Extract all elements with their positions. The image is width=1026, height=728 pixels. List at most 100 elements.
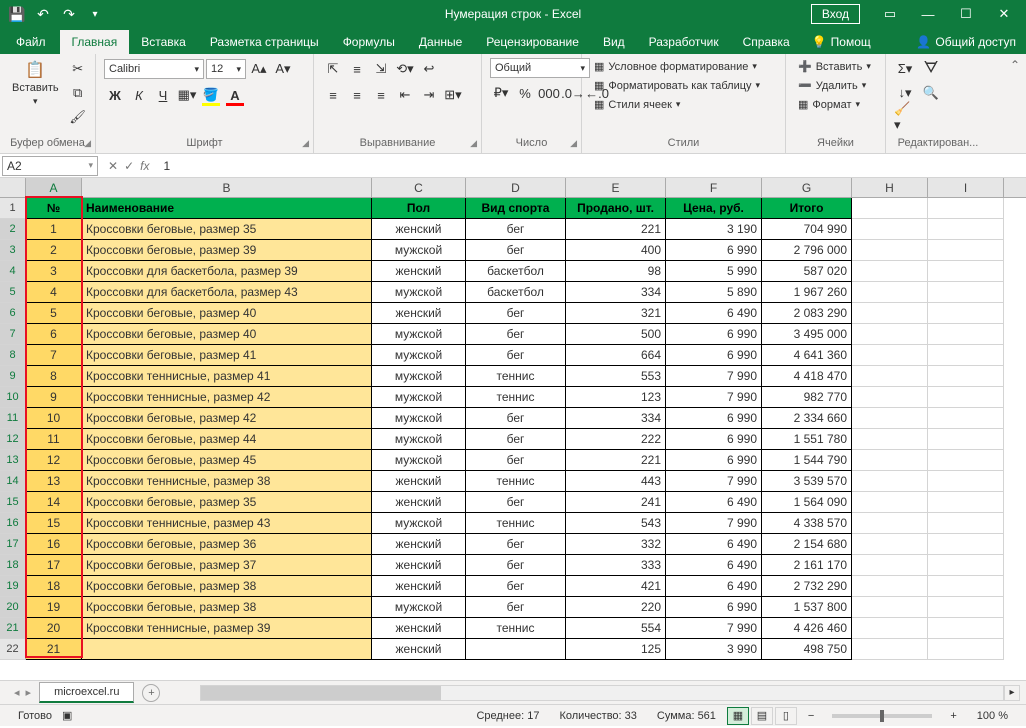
borders-icon[interactable]: ▦▾ bbox=[176, 84, 198, 106]
empty-cell[interactable] bbox=[928, 240, 1004, 261]
data-cell[interactable]: 125 bbox=[566, 639, 666, 660]
empty-cell[interactable] bbox=[928, 324, 1004, 345]
empty-cell[interactable] bbox=[928, 303, 1004, 324]
format-cells-button[interactable]: ▦Формат▾ bbox=[794, 96, 864, 113]
tab-review[interactable]: Рецензирование bbox=[474, 30, 591, 54]
data-cell[interactable]: 2 bbox=[26, 240, 82, 261]
data-cell[interactable]: 664 bbox=[566, 345, 666, 366]
font-name-select[interactable]: Calibri▾ bbox=[104, 59, 204, 79]
data-cell[interactable]: 443 bbox=[566, 471, 666, 492]
data-cell[interactable]: 3 495 000 bbox=[762, 324, 852, 345]
empty-cell[interactable] bbox=[852, 639, 928, 660]
data-cell[interactable]: 704 990 bbox=[762, 219, 852, 240]
data-cell[interactable]: бег bbox=[466, 240, 566, 261]
empty-cell[interactable] bbox=[852, 240, 928, 261]
currency-icon[interactable]: ₽▾ bbox=[490, 82, 512, 104]
data-cell[interactable] bbox=[466, 639, 566, 660]
number-format-select[interactable]: Общий▾ bbox=[490, 58, 590, 78]
data-cell[interactable]: 7 990 bbox=[666, 366, 762, 387]
data-cell[interactable]: мужской bbox=[372, 450, 466, 471]
tab-developer[interactable]: Разработчик bbox=[637, 30, 731, 54]
data-cell[interactable]: 19 bbox=[26, 597, 82, 618]
empty-cell[interactable] bbox=[852, 492, 928, 513]
data-cell[interactable]: теннис bbox=[466, 513, 566, 534]
orientation-icon[interactable]: ⟲▾ bbox=[394, 58, 416, 80]
data-cell[interactable]: бег bbox=[466, 597, 566, 618]
name-box[interactable]: A2▾ bbox=[2, 156, 98, 176]
data-cell[interactable]: бег bbox=[466, 303, 566, 324]
data-cell[interactable]: женский bbox=[372, 639, 466, 660]
data-cell[interactable]: 400 bbox=[566, 240, 666, 261]
row-header[interactable]: 9 bbox=[0, 366, 26, 387]
data-cell[interactable]: 1 bbox=[26, 219, 82, 240]
empty-cell[interactable] bbox=[852, 324, 928, 345]
data-cell[interactable]: 6 990 bbox=[666, 450, 762, 471]
data-cell[interactable]: 6 490 bbox=[666, 555, 762, 576]
empty-cell[interactable] bbox=[928, 639, 1004, 660]
data-cell[interactable]: 6 490 bbox=[666, 492, 762, 513]
empty-cell[interactable] bbox=[928, 576, 1004, 597]
empty-cell[interactable] bbox=[852, 387, 928, 408]
data-cell[interactable]: 982 770 bbox=[762, 387, 852, 408]
data-cell[interactable]: 10 bbox=[26, 408, 82, 429]
merge-center-icon[interactable]: ⊞▾ bbox=[442, 84, 464, 106]
bold-button[interactable]: Ж bbox=[104, 84, 126, 106]
empty-cell[interactable] bbox=[928, 282, 1004, 303]
data-cell[interactable]: мужской bbox=[372, 429, 466, 450]
data-cell[interactable]: Кроссовки для баскетбола, размер 43 bbox=[82, 282, 372, 303]
italic-button[interactable]: К bbox=[128, 84, 150, 106]
dialog-launcher-icon[interactable]: ◢ bbox=[470, 138, 477, 149]
empty-cell[interactable] bbox=[928, 408, 1004, 429]
empty-cell[interactable] bbox=[852, 597, 928, 618]
row-header[interactable]: 1 bbox=[0, 198, 26, 219]
data-cell[interactable]: 7 990 bbox=[666, 471, 762, 492]
tab-insert[interactable]: Вставка bbox=[129, 30, 198, 54]
empty-cell[interactable] bbox=[852, 345, 928, 366]
empty-cell[interactable] bbox=[852, 219, 928, 240]
empty-cell[interactable] bbox=[852, 303, 928, 324]
undo-icon[interactable]: ↶ bbox=[32, 3, 54, 25]
empty-cell[interactable] bbox=[928, 198, 1004, 219]
autosum-icon[interactable]: Σ▾ bbox=[894, 58, 916, 80]
data-cell[interactable]: 15 bbox=[26, 513, 82, 534]
empty-cell[interactable] bbox=[928, 618, 1004, 639]
data-cell[interactable]: теннис bbox=[466, 471, 566, 492]
data-cell[interactable]: 7 990 bbox=[666, 618, 762, 639]
data-cell[interactable]: бег bbox=[466, 492, 566, 513]
data-cell[interactable]: 20 bbox=[26, 618, 82, 639]
data-cell[interactable]: Кроссовки теннисные, размер 38 bbox=[82, 471, 372, 492]
col-header-e[interactable]: E bbox=[566, 178, 666, 197]
data-cell[interactable]: мужской bbox=[372, 387, 466, 408]
align-left-icon[interactable]: ≡ bbox=[322, 84, 344, 106]
data-cell[interactable]: 2 334 660 bbox=[762, 408, 852, 429]
maximize-icon[interactable]: ☐ bbox=[948, 0, 984, 28]
data-cell[interactable]: женский bbox=[372, 219, 466, 240]
col-header-i[interactable]: I bbox=[928, 178, 1004, 197]
data-cell[interactable]: 3 539 570 bbox=[762, 471, 852, 492]
empty-cell[interactable] bbox=[852, 471, 928, 492]
close-icon[interactable]: ✕ bbox=[986, 0, 1022, 28]
data-cell[interactable]: 5 bbox=[26, 303, 82, 324]
data-cell[interactable]: Кроссовки беговые, размер 38 bbox=[82, 576, 372, 597]
tab-data[interactable]: Данные bbox=[407, 30, 474, 54]
empty-cell[interactable] bbox=[852, 618, 928, 639]
data-cell[interactable]: 123 bbox=[566, 387, 666, 408]
tab-view[interactable]: Вид bbox=[591, 30, 637, 54]
tab-home[interactable]: Главная bbox=[60, 30, 130, 54]
data-cell[interactable]: 3 190 bbox=[666, 219, 762, 240]
col-header-b[interactable]: B bbox=[82, 178, 372, 197]
row-header[interactable]: 4 bbox=[0, 261, 26, 282]
row-header[interactable]: 12 bbox=[0, 429, 26, 450]
empty-cell[interactable] bbox=[928, 261, 1004, 282]
minimize-icon[interactable]: — bbox=[910, 0, 946, 28]
zoom-slider[interactable] bbox=[832, 714, 932, 718]
align-middle-icon[interactable]: ≡ bbox=[346, 58, 368, 80]
row-header[interactable]: 18 bbox=[0, 555, 26, 576]
data-cell[interactable]: Кроссовки беговые, размер 44 bbox=[82, 429, 372, 450]
data-cell[interactable]: 333 bbox=[566, 555, 666, 576]
data-cell[interactable]: Кроссовки теннисные, размер 43 bbox=[82, 513, 372, 534]
data-cell[interactable]: 14 bbox=[26, 492, 82, 513]
row-header[interactable]: 21 bbox=[0, 618, 26, 639]
empty-cell[interactable] bbox=[852, 513, 928, 534]
empty-cell[interactable] bbox=[852, 534, 928, 555]
